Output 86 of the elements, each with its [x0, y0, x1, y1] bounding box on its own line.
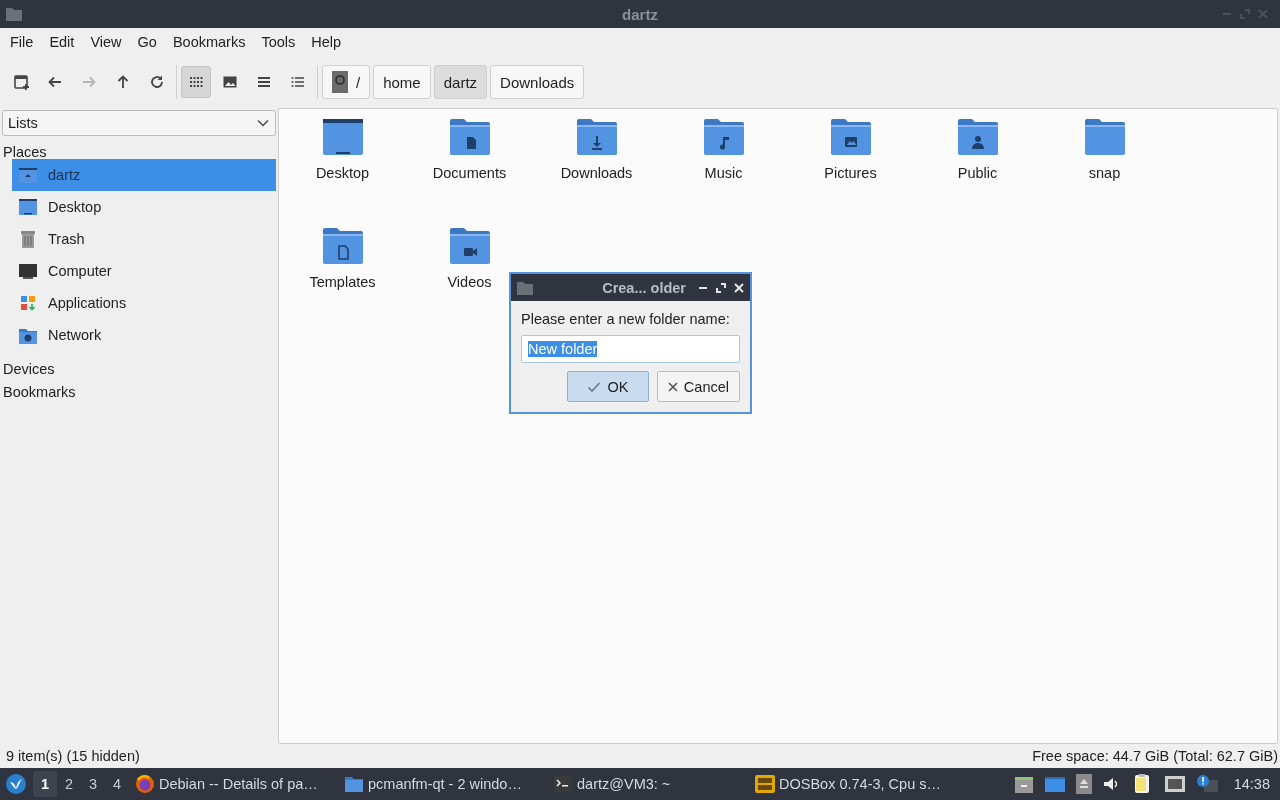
ok-button[interactable]: OK	[566, 371, 649, 402]
up-arrow-icon	[115, 74, 131, 90]
file-name[interactable]: Videos	[447, 274, 492, 290]
menu-item[interactable]: Bookmarks	[164, 34, 254, 50]
path-button[interactable]: home	[373, 65, 431, 99]
folder-icon[interactable]	[448, 117, 491, 157]
eject-icon[interactable]	[1075, 774, 1092, 794]
browser-icon	[135, 774, 155, 794]
applications-icon	[18, 293, 38, 313]
cancel-button[interactable]: Cancel	[656, 371, 740, 402]
menu-item[interactable]: Tools	[253, 34, 304, 50]
menu-item[interactable]: Go	[129, 34, 165, 50]
sidebar-item[interactable]: Trash	[12, 223, 276, 255]
folder-icon	[517, 280, 533, 295]
sidebar-item[interactable]: Network	[12, 319, 276, 351]
menu-item[interactable]: Edit	[41, 34, 83, 50]
window-title: dartz	[622, 5, 658, 23]
dialog-title: Crea... older	[602, 279, 686, 296]
terminal-icon	[553, 774, 573, 794]
path-button[interactable]: Downloads	[490, 65, 585, 99]
file-name[interactable]: Documents	[432, 165, 507, 181]
folder-icon[interactable]	[1083, 117, 1126, 157]
drawer-icon[interactable]	[1013, 774, 1034, 794]
desktop-icon	[18, 197, 38, 217]
sidebar-item[interactable]: dartz	[12, 159, 276, 191]
back-arrow-icon	[47, 74, 63, 90]
section-header[interactable]: Places	[2, 136, 276, 159]
menu-item[interactable]: Help	[303, 34, 350, 50]
file-name[interactable]: snap	[1088, 165, 1121, 181]
reload-icon	[149, 74, 165, 90]
folder-icon	[344, 774, 364, 794]
folder-icon[interactable]	[575, 117, 618, 157]
trash-icon	[18, 229, 38, 249]
list-icon	[256, 74, 272, 90]
file-name[interactable]: Templates	[309, 274, 376, 290]
view-mode-button[interactable]	[181, 66, 211, 98]
grid-icon	[188, 74, 204, 90]
sidebar-item[interactable]: Applications	[12, 287, 276, 319]
new-tab-icon	[13, 74, 29, 90]
menu-item[interactable]: File	[2, 34, 42, 50]
path-button[interactable]: /	[322, 65, 371, 99]
chevron-down-icon	[257, 119, 269, 127]
sidebar-item[interactable]: Desktop	[12, 191, 276, 223]
image-icon	[222, 74, 238, 90]
window-icon[interactable]	[1043, 775, 1066, 793]
side-pane-dropdown[interactable]: Lists	[2, 110, 276, 136]
detail-list-icon	[290, 74, 306, 90]
workspace-button[interactable]: 4	[105, 771, 129, 797]
section-header[interactable]: Bookmarks	[2, 376, 276, 399]
file-name[interactable]: Desktop	[315, 165, 370, 181]
file-name[interactable]: Public	[957, 165, 998, 181]
folder-icon	[6, 6, 22, 22]
free-space: Free space: 44.7 GiB (Total: 62.7 GiB)	[1032, 748, 1278, 764]
taskbar-button[interactable]: Debian -- Details of pa…	[129, 769, 338, 799]
desktop-icon[interactable]	[321, 117, 364, 157]
folder-icon[interactable]	[448, 226, 491, 266]
section-header[interactable]: Devices	[2, 353, 276, 376]
prompt-text: Please enter a new folder name:	[521, 311, 731, 327]
clock[interactable]: 14:38	[1233, 776, 1270, 792]
home-icon	[18, 165, 38, 185]
taskbar-button[interactable]: dartz@VM3: ~	[547, 769, 749, 799]
file-name[interactable]: Downloads	[560, 165, 633, 181]
taskbar-button[interactable]: DOSBox 0.74-3, Cpu s…	[749, 769, 947, 799]
folder-icon[interactable]	[321, 226, 364, 266]
folder-icon[interactable]	[702, 117, 745, 157]
drive-icon	[332, 71, 348, 93]
workspace-button[interactable]: 3	[81, 771, 105, 797]
dosbox-icon	[755, 774, 775, 794]
folder-icon[interactable]	[829, 117, 872, 157]
item-count: 9 item(s) (15 hidden)	[6, 748, 140, 764]
file-name[interactable]: Music	[704, 165, 743, 181]
path-button[interactable]: dartz	[433, 65, 488, 99]
sidebar-item[interactable]: Computer	[12, 255, 276, 287]
forward-arrow-icon	[81, 74, 97, 90]
close-icon	[667, 381, 678, 392]
notification-icon[interactable]	[1195, 774, 1218, 794]
workspace-button[interactable]: 2	[57, 771, 81, 797]
taskbar-button[interactable]: pcmanfm-qt - 2 windo…	[338, 769, 547, 799]
checkmark-icon	[587, 380, 602, 393]
file-name[interactable]: Pictures	[824, 165, 877, 181]
workspace-button[interactable]: 1	[33, 771, 57, 797]
computer-icon	[18, 261, 38, 281]
start-menu-icon[interactable]	[5, 773, 27, 795]
network-icon[interactable]	[1163, 775, 1186, 793]
menu-item[interactable]: View	[82, 34, 130, 50]
folder-icon[interactable]	[956, 117, 999, 157]
